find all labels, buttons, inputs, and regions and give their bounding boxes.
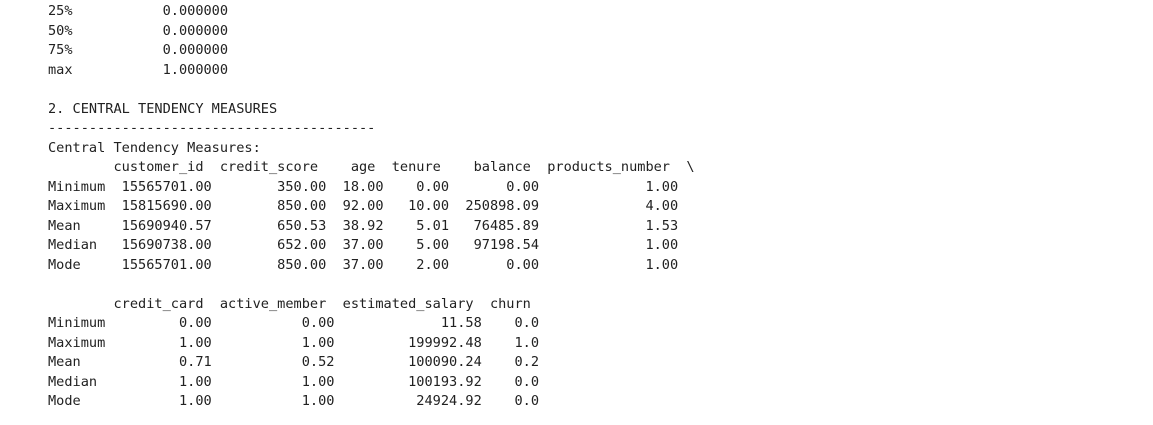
output-line-25pct: 25% 0.000000: [48, 3, 229, 19]
table1-row-mean: Mean 15690940.57 650.53 38.92 5.01 76485…: [48, 217, 679, 234]
cell-output-text: 25% 0.000000 50% 0.000000 75% 0.000000 max …: [48, 2, 1153, 412]
table1-row-maximum: Maximum 15815690.00 850.00 92.00 10.00 2…: [48, 198, 679, 214]
table2-row-mean: Mean 0.71 0.52 100090.24 0.2: [48, 354, 540, 370]
table2-row-minimum: Minimum 0.00 0.00 11.58 0.0: [48, 315, 540, 331]
table-caption: Central Tendency Measures:: [48, 139, 261, 156]
output-line-max: max 1.000000: [48, 61, 229, 78]
table2-row-median: Median 1.00 1.00 100193.92 0.0: [48, 373, 540, 390]
table1-row-median: Median 15690738.00 652.00 37.00 5.00 971…: [48, 237, 679, 253]
table2-header-row: credit_card active_member estimated_sala…: [48, 295, 531, 312]
section-heading: 2. CENTRAL TENDENCY MEASURES: [48, 100, 278, 117]
table2-row-maximum: Maximum 1.00 1.00 199992.48 1.0: [48, 334, 540, 351]
output-line-blank-2: [48, 275, 1153, 295]
table2-row-mode: Mode 1.00 1.00 24924.92 0.0: [48, 393, 540, 409]
table1-header-row: customer_id credit_score age tenure bala…: [48, 159, 695, 175]
table1-row-minimum: Minimum 15565701.00 350.00 18.00 0.00 0.…: [48, 178, 679, 195]
section-divider: ----------------------------------------: [48, 120, 376, 136]
output-line-75pct: 75% 0.000000: [48, 42, 229, 58]
table1-row-mode: Mode 15565701.00 850.00 37.00 2.00 0.00 …: [48, 256, 679, 273]
output-line-50pct: 50% 0.000000: [48, 22, 229, 39]
cell-output-area: 25% 0.000000 50% 0.000000 75% 0.000000 max …: [0, 0, 1153, 425]
output-line-blank-1: [48, 80, 1153, 100]
